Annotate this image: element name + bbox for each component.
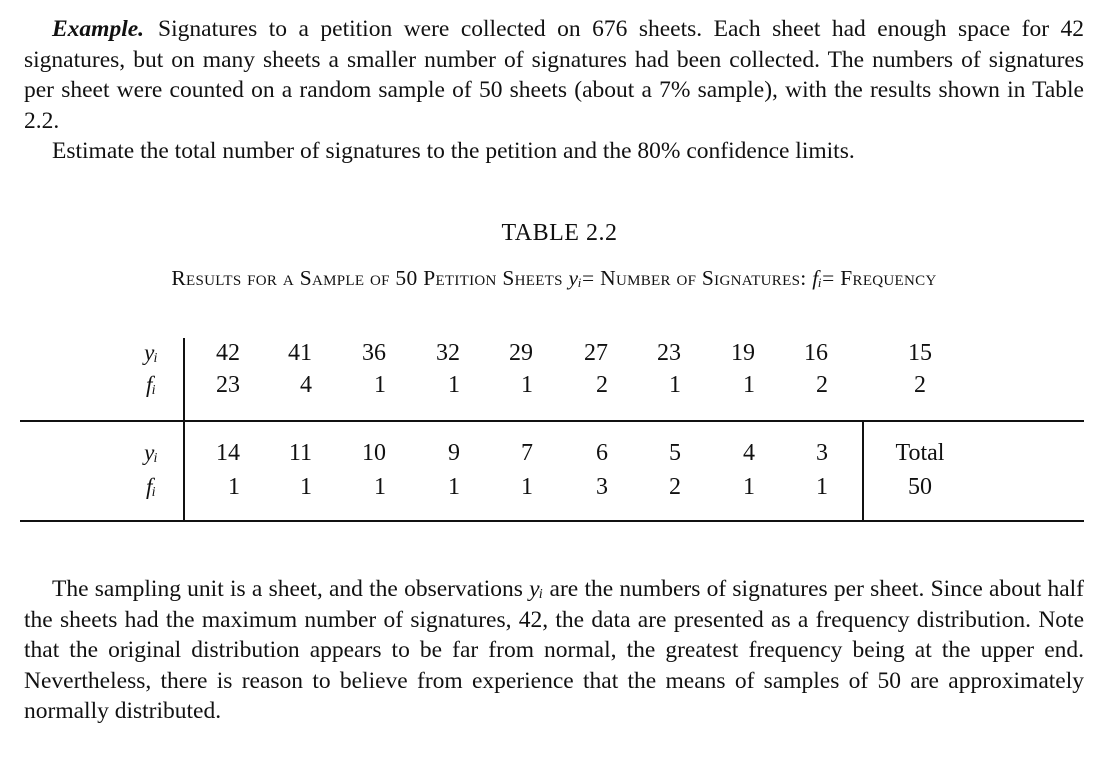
f-value: 23 [216,372,240,398]
f-value: 4 [300,372,312,398]
f-value: 2 [669,474,681,500]
discussion-y-symbol: yᵢ [529,576,544,602]
caption-part3: = Frequency [822,266,937,290]
y-value: 7 [521,440,533,466]
row-label-f: fᵢ [145,474,157,499]
y-value: 15 [908,340,932,366]
y-value: 16 [804,340,828,366]
f-value: 2 [816,372,828,398]
y-value: 10 [362,440,386,466]
y-value: 23 [657,340,681,366]
y-value: 19 [731,340,755,366]
f-value: 1 [374,372,386,398]
y-value: 5 [669,440,681,466]
discussion-paragraph: The sampling unit is a sheet, and the ob… [24,574,1084,727]
caption-f-symbol: fᵢ [812,266,823,290]
f-value: 1 [669,372,681,398]
discussion-part1: The sampling unit is a sheet, and the ob… [52,576,523,602]
y-value: 41 [288,340,312,366]
table-title: TABLE 2.2 [501,220,618,246]
total-label: Total [895,440,945,466]
example-lead: Example. [52,16,145,42]
y-value: 29 [509,340,533,366]
caption-part1: Results for a Sample of 50 Petition Shee… [171,266,563,290]
y-value: 9 [448,440,460,466]
f-value: 1 [448,474,460,500]
y-value: 6 [596,440,608,466]
frequency-table: yᵢ fᵢ yᵢ fᵢ 42 41 36 32 29 27 23 19 16 1… [20,336,1084,526]
f-value: 2 [914,372,926,398]
f-value: 3 [596,474,608,500]
row-label-f: fᵢ [145,372,157,397]
table-rule-bottom [20,520,1084,522]
f-value: 1 [816,474,828,500]
f-value: 1 [521,474,533,500]
y-value: 14 [216,440,240,466]
y-value: 4 [743,440,755,466]
table-caption: Results for a Sample of 50 Petition Shee… [24,262,1084,294]
f-value: 2 [596,372,608,398]
y-value: 3 [816,440,828,466]
f-value: 1 [743,372,755,398]
total-value: 50 [908,474,932,500]
caption-y-symbol: yᵢ [568,266,583,290]
table-rule-middle [20,420,1084,422]
caption-part2: = Number of Signatures: [582,266,807,290]
f-value: 1 [521,372,533,398]
f-value: 1 [228,474,240,500]
y-value: 27 [584,340,608,366]
task-text: Estimate the total number of signatures … [52,138,855,164]
f-value: 1 [448,372,460,398]
example-text: Signatures to a petition were collected … [24,16,1084,134]
f-value: 1 [374,474,386,500]
row-label-y: yᵢ [144,440,158,465]
y-value: 11 [288,440,312,466]
total-divider-vertical [862,420,864,521]
f-value: 1 [743,474,755,500]
row-label-y: yᵢ [144,340,158,365]
example-paragraph: Example. Signatures to a petition were co… [24,14,1084,167]
y-value: 36 [362,340,386,366]
y-value: 42 [216,340,240,366]
y-value: 32 [436,340,460,366]
f-value: 1 [300,474,312,500]
